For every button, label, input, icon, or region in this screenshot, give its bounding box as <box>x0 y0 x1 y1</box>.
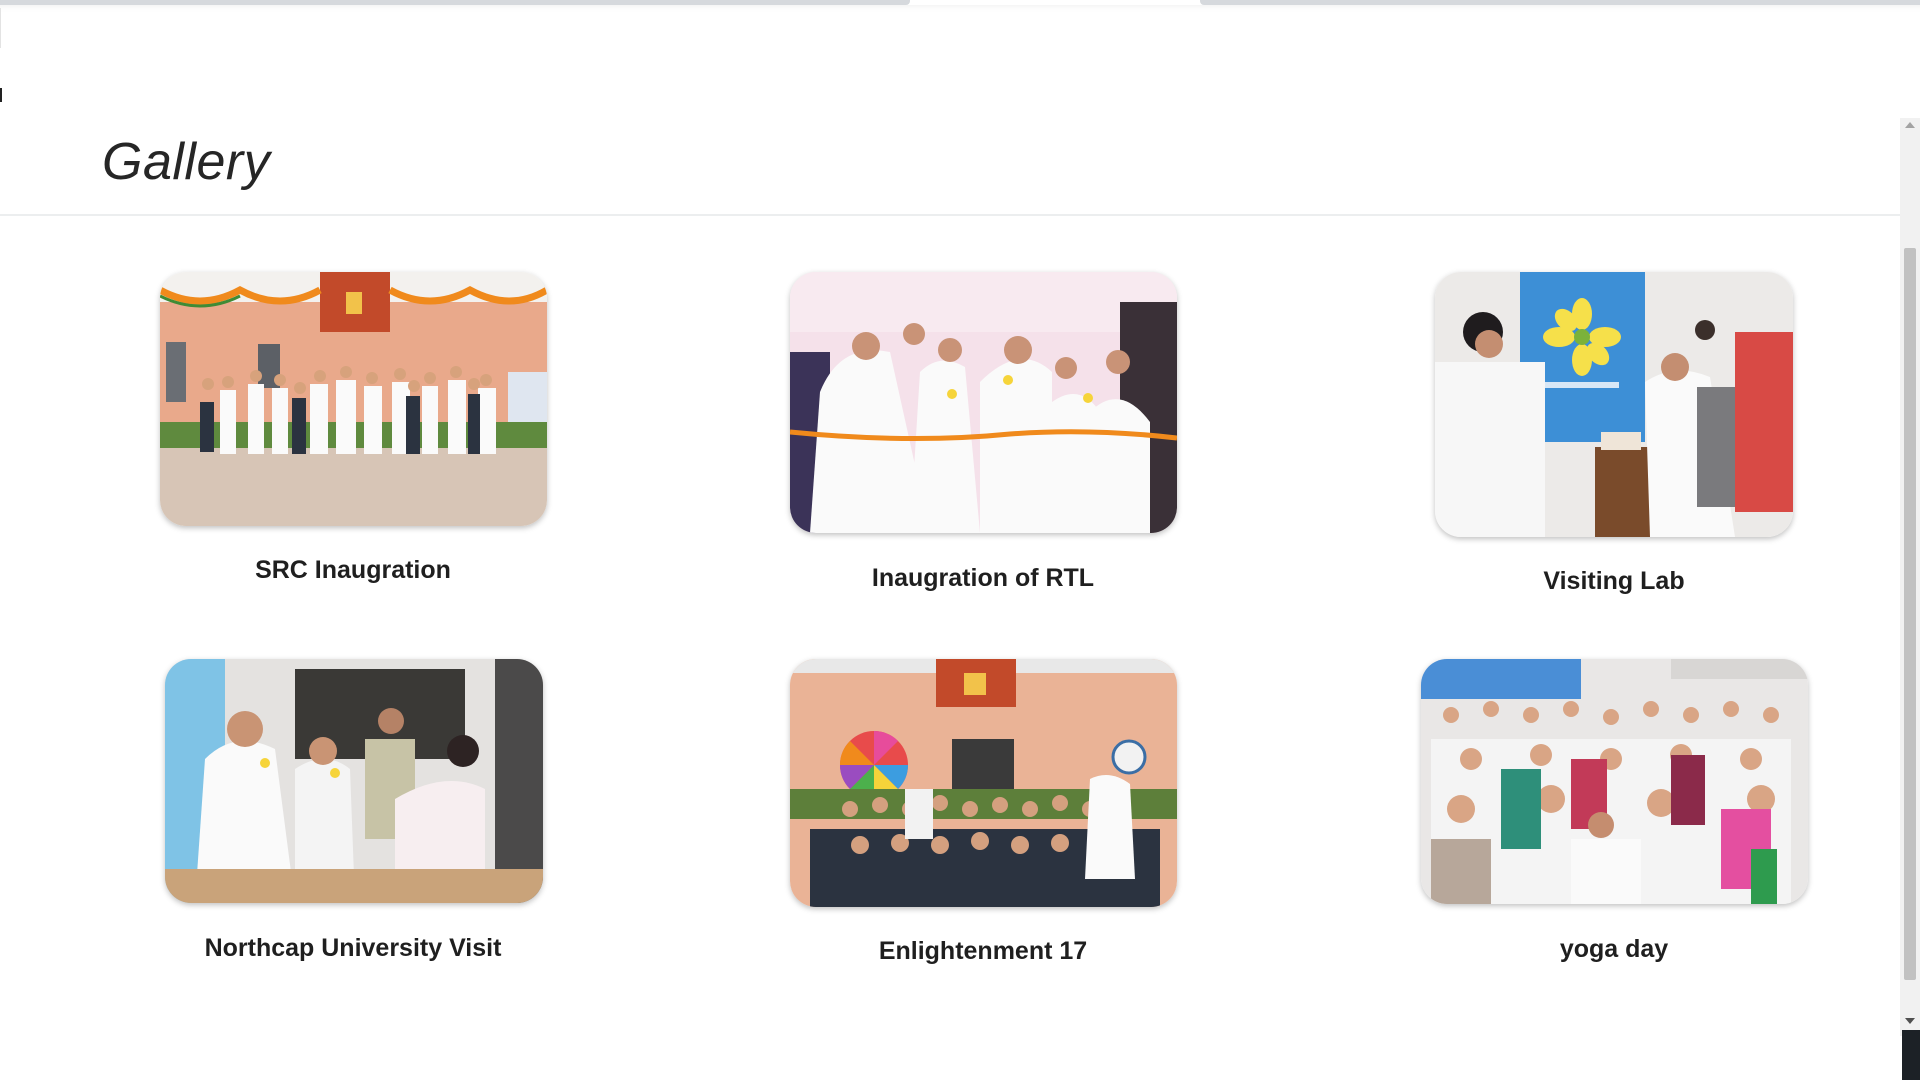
corner-block <box>1902 1030 1920 1080</box>
gallery-photo-yoga-day[interactable] <box>1421 659 1808 904</box>
gallery-caption[interactable]: Inaugration of RTL <box>668 564 1298 593</box>
gallery-photo-visiting-lab[interactable] <box>1435 272 1793 537</box>
gallery-photo-northcap-university-visit[interactable] <box>165 659 543 903</box>
gallery-grid: SRC Inaugration Inaugration of RTL Visit… <box>0 0 1900 1080</box>
gallery-caption[interactable]: Visiting Lab <box>1299 567 1920 596</box>
gallery-photo-src-inaugration[interactable] <box>160 272 547 526</box>
gallery-photo-enlightenment-17[interactable] <box>790 659 1177 907</box>
gallery-caption[interactable]: SRC Inaugration <box>38 556 668 585</box>
gallery-caption[interactable]: Enlightenment 17 <box>668 937 1298 966</box>
scroll-down-arrow-icon[interactable] <box>1905 1018 1915 1024</box>
gallery-caption[interactable]: Northcap University Visit <box>38 934 668 963</box>
gallery-photo-inaugration-of-rtl[interactable] <box>790 272 1177 533</box>
scrollbar-thumb[interactable] <box>1904 248 1916 980</box>
gallery-caption[interactable]: yoga day <box>1299 935 1920 964</box>
scroll-up-arrow-icon[interactable] <box>1905 122 1915 128</box>
